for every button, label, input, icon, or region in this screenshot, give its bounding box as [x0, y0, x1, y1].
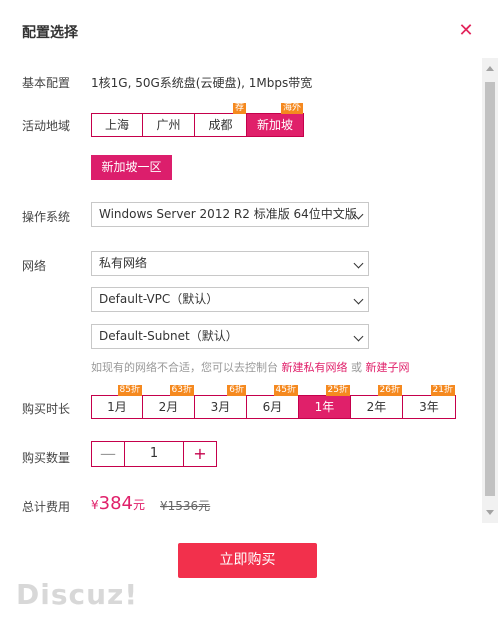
region-option[interactable]: 成都 荐 — [195, 103, 247, 136]
quantity-label: 购买数量 — [22, 451, 71, 465]
network-label: 网络 — [22, 259, 47, 273]
total-label: 总计费用 — [22, 500, 71, 514]
region-option-label: 成都 — [208, 118, 233, 132]
close-icon[interactable]: ✕ — [457, 22, 475, 40]
region-option-label: 广州 — [156, 118, 181, 132]
os-label: 操作系统 — [22, 210, 71, 224]
quantity-value[interactable]: 1 — [124, 442, 184, 466]
region-option[interactable]: 新加坡 海外 — [247, 103, 303, 136]
create-vpc-link[interactable]: 新建私有网络 — [282, 361, 348, 374]
quantity-minus-button[interactable]: — — [92, 442, 124, 466]
duration-option-label: 3年 — [419, 400, 439, 414]
duration-option-label: 6月 — [262, 400, 283, 414]
chevron-down-icon — [353, 331, 364, 342]
network-hint: 如现有的网络不合适，您可以去控制台 新建私有网络 或 新建子网 — [91, 359, 410, 375]
price-value: 384 — [98, 493, 133, 514]
scroll-up-icon[interactable] — [486, 66, 494, 71]
quantity-plus-button[interactable]: + — [184, 442, 216, 466]
duration-badge: 85折 — [117, 385, 142, 396]
total-price: ¥384元 — [91, 493, 145, 514]
scrollbar[interactable] — [482, 58, 498, 523]
region-selector: 上海 广州 成都 荐新加坡 海外 — [91, 103, 304, 137]
duration-option[interactable]: 1年 25折 — [299, 385, 351, 418]
duration-option[interactable]: 1月 85折 — [92, 385, 143, 418]
discuz-watermark: Discuz! — [16, 578, 139, 611]
region-badge: 荐 — [232, 103, 246, 114]
network-hint-text: 如现有的网络不合适，您可以去控制台 — [91, 361, 278, 374]
config-dialog: 配置选择 ✕ 基本配置 1核1G, 50G系统盘(云硬盘), 1Mbps带宽 活… — [0, 0, 482, 619]
price-unit: 元 — [133, 498, 146, 512]
region-option-label: 新加坡 — [256, 118, 293, 132]
duration-badge: 6折 — [227, 385, 246, 396]
duration-option[interactable]: 3月 6折 — [195, 385, 247, 418]
region-badge: 海外 — [280, 103, 303, 114]
network-hint-or: 或 — [351, 361, 362, 374]
quantity-stepper: — 1 + — [91, 441, 217, 467]
duration-option[interactable]: 2月 63折 — [143, 385, 195, 418]
zone-button[interactable]: 新加坡一区 — [91, 155, 172, 180]
duration-badge: 26折 — [377, 385, 402, 396]
duration-option[interactable]: 2年 26折 — [351, 385, 403, 418]
duration-option[interactable]: 3年 21折 — [403, 385, 455, 418]
os-select-value: Windows Server 2012 R2 标准版 64位中文版 — [99, 207, 357, 221]
buy-now-button[interactable]: 立即购买 — [178, 543, 317, 578]
subnet-value: Default-Subnet（默认） — [99, 329, 238, 343]
network-type-value: 私有网络 — [99, 256, 148, 270]
region-option[interactable]: 上海 — [92, 114, 143, 136]
duration-label: 购买时长 — [22, 402, 71, 416]
region-option-label: 上海 — [104, 118, 129, 132]
duration-badge: 63折 — [169, 385, 194, 396]
region-label: 活动地域 — [22, 119, 71, 133]
duration-option-label: 3月 — [210, 400, 231, 414]
dialog-title: 配置选择 — [22, 25, 78, 41]
vpc-value: Default-VPC（默认） — [99, 292, 219, 306]
scroll-down-icon[interactable] — [486, 510, 494, 515]
scrollbar-thumb[interactable] — [485, 82, 495, 496]
chevron-down-icon — [353, 258, 364, 269]
duration-option[interactable]: 6月 45折 — [247, 385, 299, 418]
price-currency: ¥ — [91, 498, 99, 512]
duration-option-label: 1年 — [314, 400, 335, 414]
duration-option-label: 1月 — [107, 400, 127, 414]
os-select[interactable]: Windows Server 2012 R2 标准版 64位中文版 — [91, 202, 369, 227]
duration-selector: 1月 85折 2月 63折 3月 6折 6月 45折 1年 25折 2年 26折 3年 21折 — [91, 385, 456, 419]
duration-option-label: 2月 — [158, 400, 179, 414]
create-subnet-link[interactable]: 新建子网 — [366, 361, 410, 374]
region-option[interactable]: 广州 — [143, 114, 195, 136]
chevron-down-icon — [353, 294, 364, 305]
duration-option-label: 2年 — [366, 400, 387, 414]
duration-badge: 25折 — [325, 385, 350, 396]
subnet-select[interactable]: Default-Subnet（默认） — [91, 324, 369, 349]
vpc-select[interactable]: Default-VPC（默认） — [91, 287, 369, 312]
network-type-select[interactable]: 私有网络 — [91, 251, 369, 276]
duration-badge: 45折 — [273, 385, 298, 396]
basic-config-value: 1核1G, 50G系统盘(云硬盘), 1Mbps带宽 — [91, 76, 313, 90]
basic-config-label: 基本配置 — [22, 76, 71, 90]
duration-badge: 21折 — [430, 385, 455, 396]
original-price: ¥1536元 — [160, 499, 211, 513]
